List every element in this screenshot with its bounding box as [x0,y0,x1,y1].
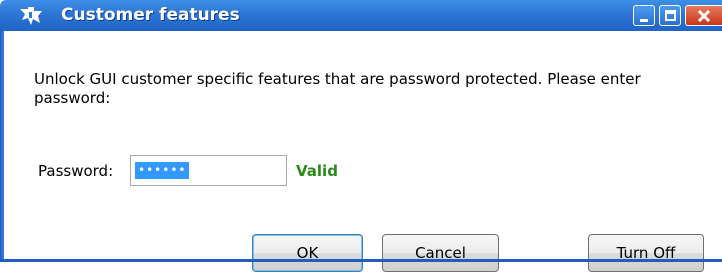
password-status: Valid [296,162,338,180]
instruction-text: Unlock GUI customer specific features th… [34,70,641,107]
cancel-button[interactable]: Cancel [382,234,499,272]
maximize-icon [665,10,676,21]
password-field[interactable]: •••••• [130,155,287,186]
maximize-button[interactable] [659,5,681,26]
app-logo-icon [18,6,44,26]
password-label: Password: [38,162,114,180]
window-title: Customer features [61,5,240,25]
customer-features-dialog: Customer features Unlock GUI customer sp… [0,0,722,272]
password-value: •••••• [135,162,190,179]
title-bar[interactable]: Customer features [0,0,722,31]
minimize-icon [640,19,648,22]
dialog-content: Unlock GUI customer specific features th… [4,31,722,272]
minimize-button[interactable] [633,5,655,26]
turn-off-button[interactable]: Turn Off [588,234,704,272]
close-icon [697,9,711,23]
close-button[interactable] [685,5,722,26]
ok-button[interactable]: OK [252,234,363,272]
